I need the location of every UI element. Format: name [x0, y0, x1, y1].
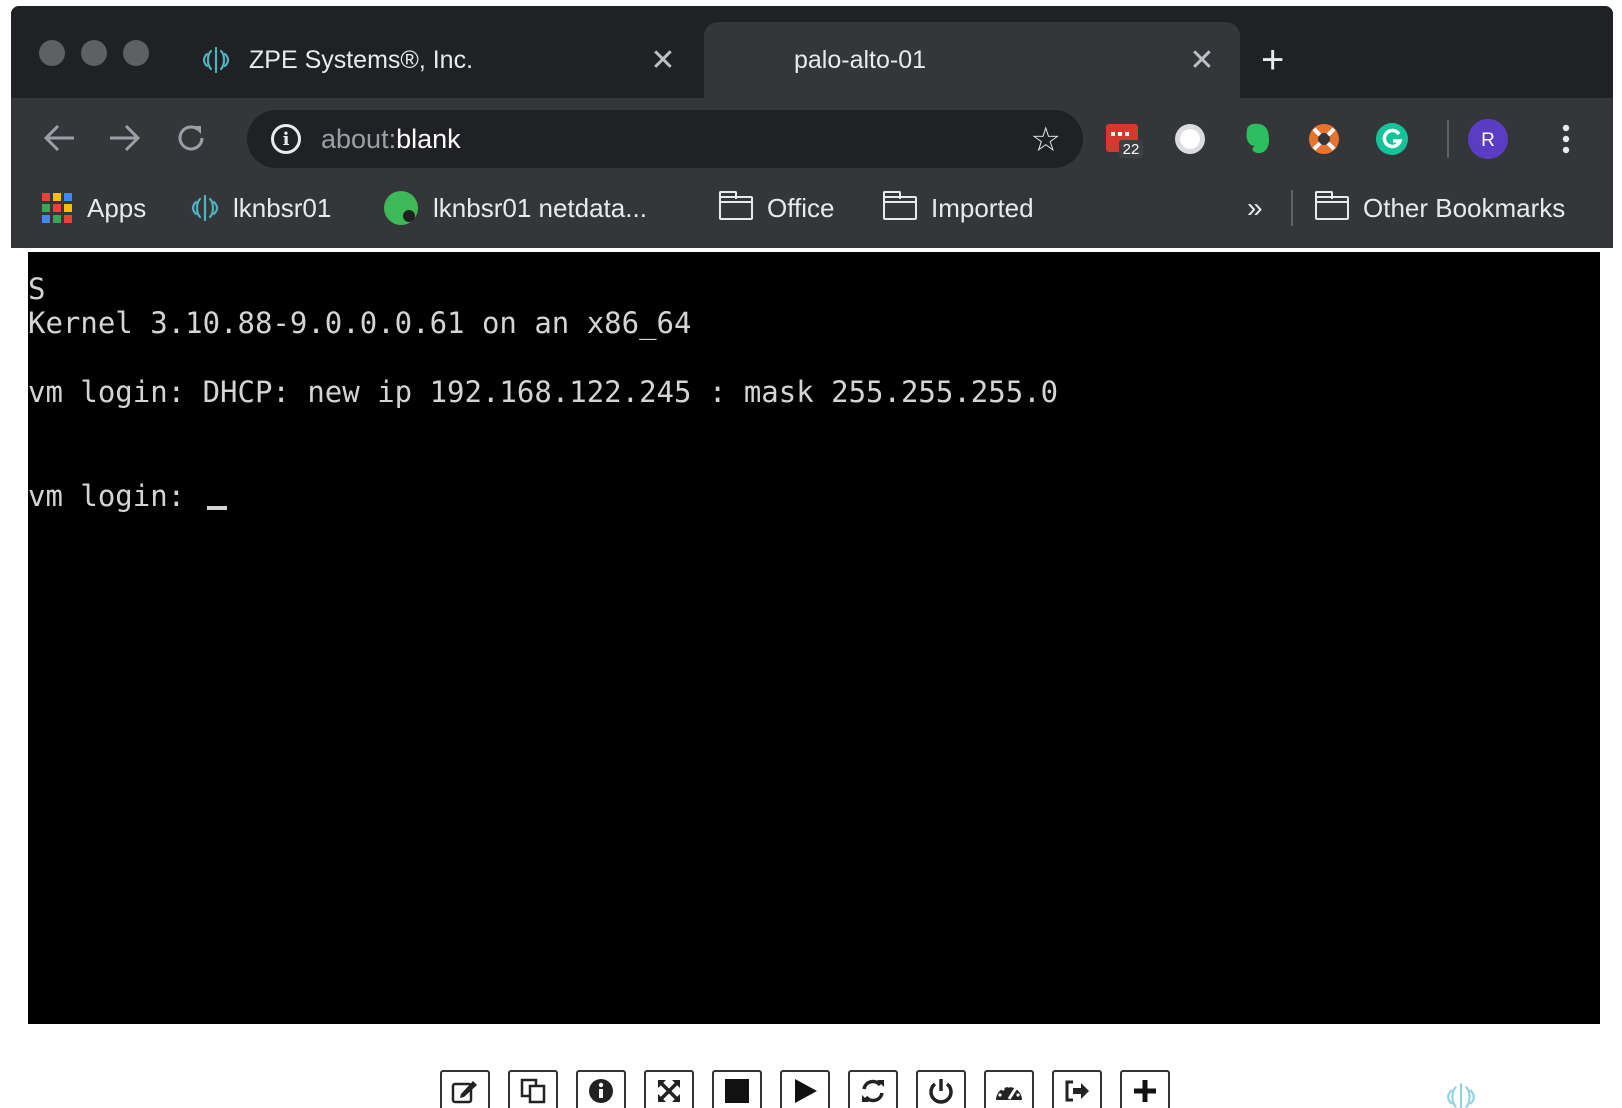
power-icon: [929, 1079, 953, 1104]
netdata-icon: [383, 190, 419, 226]
zpe-logo-icon: [191, 193, 219, 223]
zpe-logo-icon: [201, 45, 231, 75]
tab-close-icon[interactable]: ✕: [643, 43, 683, 78]
lifebuoy-extension-icon[interactable]: [1305, 120, 1343, 158]
bookmark-label: Imported: [931, 192, 1034, 223]
bookmark-folder-imported[interactable]: Imported: [882, 190, 1034, 226]
terminal-prompt-line: vm login:: [28, 479, 1600, 513]
bookmark-label: Office: [767, 192, 835, 223]
logout-icon: [1065, 1080, 1089, 1102]
add-button[interactable]: [1120, 1070, 1170, 1108]
tab-palo-alto[interactable]: palo-alto-01 ✕: [704, 22, 1240, 98]
evernote-icon[interactable]: [1239, 120, 1277, 158]
arrow-right-icon: [110, 124, 141, 152]
browser-window: ZPE Systems®, Inc. ✕ palo-alto-01 ✕ + i …: [11, 6, 1613, 248]
extension-badge: 22: [1123, 141, 1140, 158]
minimize-window-button[interactable]: [81, 40, 107, 66]
bookmark-lknbsr01-netdata[interactable]: lknbsr01 netdata...: [383, 190, 647, 226]
menu-kebab-icon[interactable]: [1547, 120, 1585, 158]
bookmarks-bar: Apps lknbsr01 lknbsr01 netdata... Office: [11, 178, 1613, 238]
browser-toolbar: i about: blank ☆ 22 R: [11, 98, 1613, 178]
zpe-brand-logo: [1447, 1083, 1475, 1108]
tab-zpe[interactable]: ZPE Systems®, Inc. ✕: [201, 22, 701, 98]
close-window-button[interactable]: [39, 40, 65, 66]
bookmark-label: Apps: [87, 192, 147, 223]
profile-avatar[interactable]: R: [1467, 118, 1509, 160]
stop-icon: [725, 1079, 749, 1103]
play-button[interactable]: [780, 1070, 830, 1108]
bookmark-apps[interactable]: Apps: [41, 190, 146, 226]
maximize-window-button[interactable]: [123, 40, 149, 66]
folder-icon: [1314, 191, 1349, 220]
url-scheme: about:: [321, 123, 397, 154]
terminal-line: S: [28, 272, 46, 306]
grammarly-icon[interactable]: [1373, 120, 1411, 158]
bookmark-star-icon[interactable]: ☆: [1031, 120, 1061, 160]
bookmark-folder-office[interactable]: Office: [718, 190, 835, 226]
logout-button[interactable]: [1052, 1070, 1102, 1108]
calendar-extension-icon[interactable]: 22: [1105, 120, 1143, 158]
folder-icon: [882, 191, 917, 220]
edit-icon: [451, 1081, 477, 1104]
bookmark-label: Other Bookmarks: [1363, 192, 1566, 223]
toolbar-divider: [1447, 120, 1449, 158]
tab-strip: ZPE Systems®, Inc. ✕ palo-alto-01 ✕ +: [11, 6, 1613, 98]
profile-initial: R: [1481, 130, 1495, 151]
copy-icon: [520, 1078, 546, 1104]
circle-extension-icon[interactable]: [1171, 120, 1209, 158]
info-button[interactable]: [576, 1070, 626, 1108]
bookmark-label: lknbsr01: [233, 192, 332, 223]
folder-icon: [718, 191, 753, 220]
terminal-console[interactable]: S Kernel 3.10.88-9.0.0.0.61 on an x86_64…: [28, 252, 1600, 1024]
new-tab-button[interactable]: +: [1261, 40, 1284, 80]
bookmark-lknbsr01[interactable]: lknbsr01: [191, 190, 331, 226]
info-icon: [589, 1079, 613, 1103]
console-toolbar: [440, 1070, 1170, 1108]
apps-grid-icon: [41, 192, 73, 224]
back-button[interactable]: [33, 112, 85, 164]
arrow-left-icon: [43, 124, 74, 152]
bookmarks-overflow-button[interactable]: »: [1247, 190, 1263, 226]
terminal-line: Kernel 3.10.88-9.0.0.0.61 on an x86_64: [28, 306, 692, 340]
terminal-prompt: vm login:: [28, 479, 203, 513]
fullscreen-button[interactable]: [644, 1070, 694, 1108]
tab-title: palo-alto-01: [794, 45, 927, 74]
tab-title: ZPE Systems®, Inc.: [249, 45, 474, 74]
dashboard-icon: [996, 1084, 1022, 1100]
edit-button[interactable]: [440, 1070, 490, 1108]
stop-button[interactable]: [712, 1070, 762, 1108]
address-bar[interactable]: i about: blank ☆: [247, 110, 1083, 168]
reload-icon: [178, 125, 204, 151]
terminal-cursor: [206, 506, 227, 510]
power-button[interactable]: [916, 1070, 966, 1108]
plus-icon: [1134, 1080, 1156, 1102]
forward-button[interactable]: [99, 112, 151, 164]
fullscreen-icon: [657, 1079, 681, 1103]
copy-button[interactable]: [508, 1070, 558, 1108]
bookmark-folder-other[interactable]: Other Bookmarks: [1314, 190, 1566, 226]
bookmarks-divider: [1291, 190, 1293, 226]
bookmark-label: lknbsr01 netdata...: [433, 192, 647, 223]
play-icon: [795, 1079, 817, 1103]
reload-button[interactable]: [165, 112, 217, 164]
url-host: blank: [396, 123, 461, 154]
terminal-line: vm login: DHCP: new ip 192.168.122.245 :…: [28, 375, 1059, 409]
refresh-icon: [862, 1079, 884, 1103]
tab-close-icon[interactable]: ✕: [1182, 43, 1222, 78]
window-controls: [39, 40, 149, 66]
site-info-icon[interactable]: i: [271, 124, 301, 154]
refresh-button[interactable]: [848, 1070, 898, 1108]
dashboard-button[interactable]: [984, 1070, 1034, 1108]
